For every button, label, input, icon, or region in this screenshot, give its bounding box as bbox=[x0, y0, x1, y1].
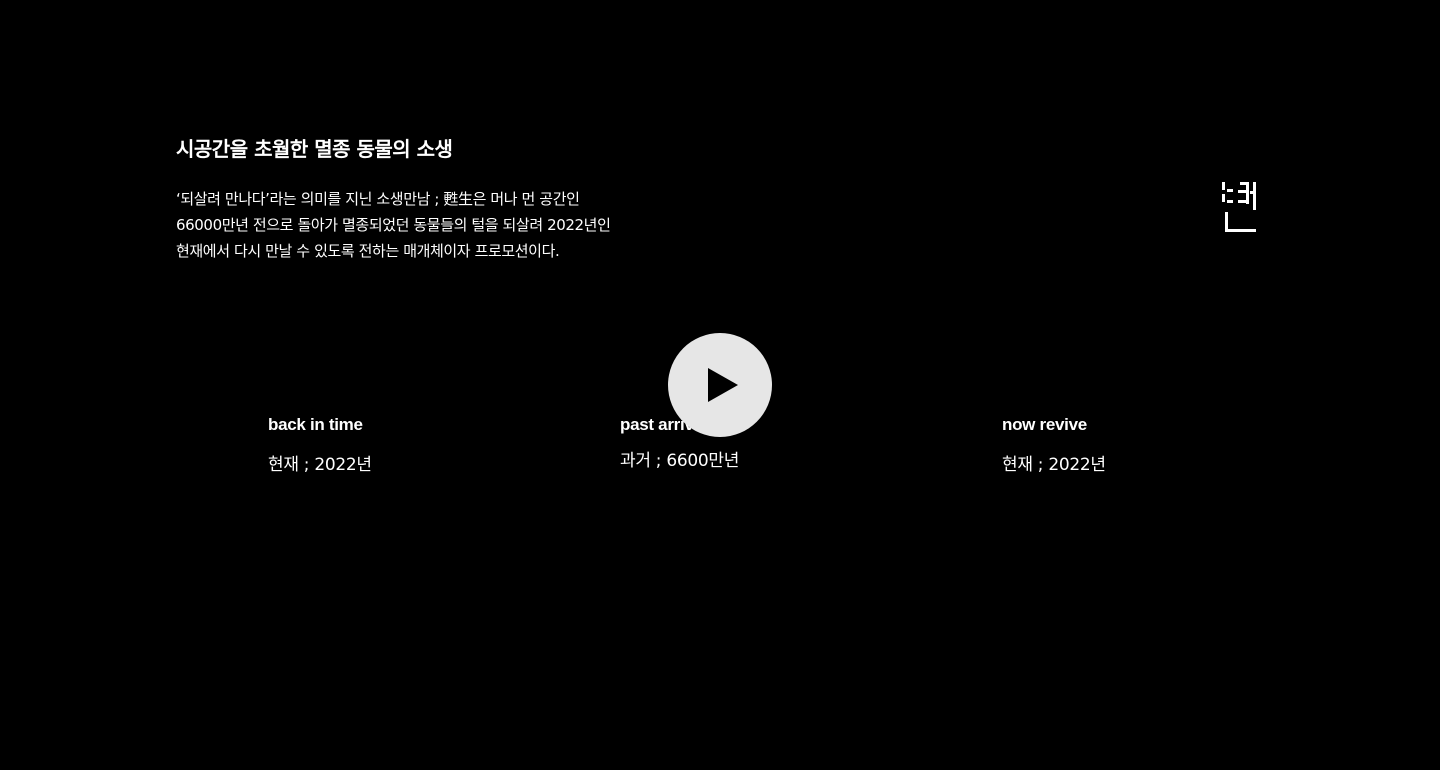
section-back-in-time-title: back in time bbox=[268, 415, 363, 434]
section-past-arrival-subtitle: 과거 ; 6600만년 bbox=[620, 451, 740, 471]
logo-glyph-icon bbox=[1222, 182, 1256, 232]
intro-title: 시공간을 초월한 멸종 동물의 소생 bbox=[176, 137, 453, 161]
play-video-button[interactable] bbox=[668, 333, 772, 437]
page: 시공간을 초월한 멸종 동물의 소생 ‘되살려 만나다’라는 의미를 지닌 소생… bbox=[0, 0, 1440, 770]
section-now-revive-title: now revive bbox=[1002, 415, 1087, 434]
play-icon bbox=[708, 368, 738, 402]
intro-description: ‘되살려 만나다’라는 의미를 지닌 소생만남 ; 甦生은 머나 먼 공간인 6… bbox=[176, 190, 611, 260]
section-back-in-time-subtitle: 현재 ; 2022년 bbox=[268, 455, 372, 475]
section-now-revive-subtitle: 현재 ; 2022년 bbox=[1002, 455, 1106, 475]
